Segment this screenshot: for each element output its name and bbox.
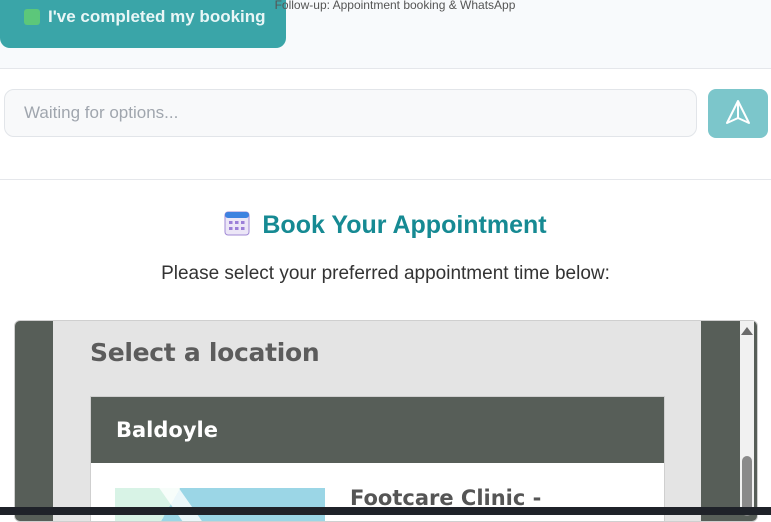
chat-header: Follow-up: Appointment booking & WhatsAp…: [0, 0, 771, 69]
chat-input-row: [0, 69, 771, 180]
widget-content: Select a location Baldoyle Footcare Clin…: [53, 321, 701, 521]
location-heading: Select a location: [90, 338, 320, 367]
scroll-up-icon[interactable]: [741, 327, 753, 335]
widget-scrollbar[interactable]: [740, 321, 754, 516]
booking-heading: Book Your Appointment: [262, 211, 547, 239]
booking-title: Book Your Appointment: [0, 210, 771, 241]
page-caption: Follow-up: Appointment booking & WhatsAp…: [274, 0, 516, 12]
chat-input[interactable]: [4, 89, 697, 137]
map-thumbnail: [115, 488, 325, 521]
location-card[interactable]: Baldoyle Footcare Clinic -: [90, 396, 665, 521]
booking-widget: Select a location Baldoyle Footcare Clin…: [14, 320, 758, 522]
send-icon: [724, 98, 752, 129]
bottom-bar: [0, 507, 771, 515]
location-name: Baldoyle: [91, 397, 664, 463]
booking-subtitle: Please select your preferred appointment…: [161, 263, 610, 284]
send-button[interactable]: [708, 89, 768, 138]
calendar-icon: [224, 210, 250, 241]
